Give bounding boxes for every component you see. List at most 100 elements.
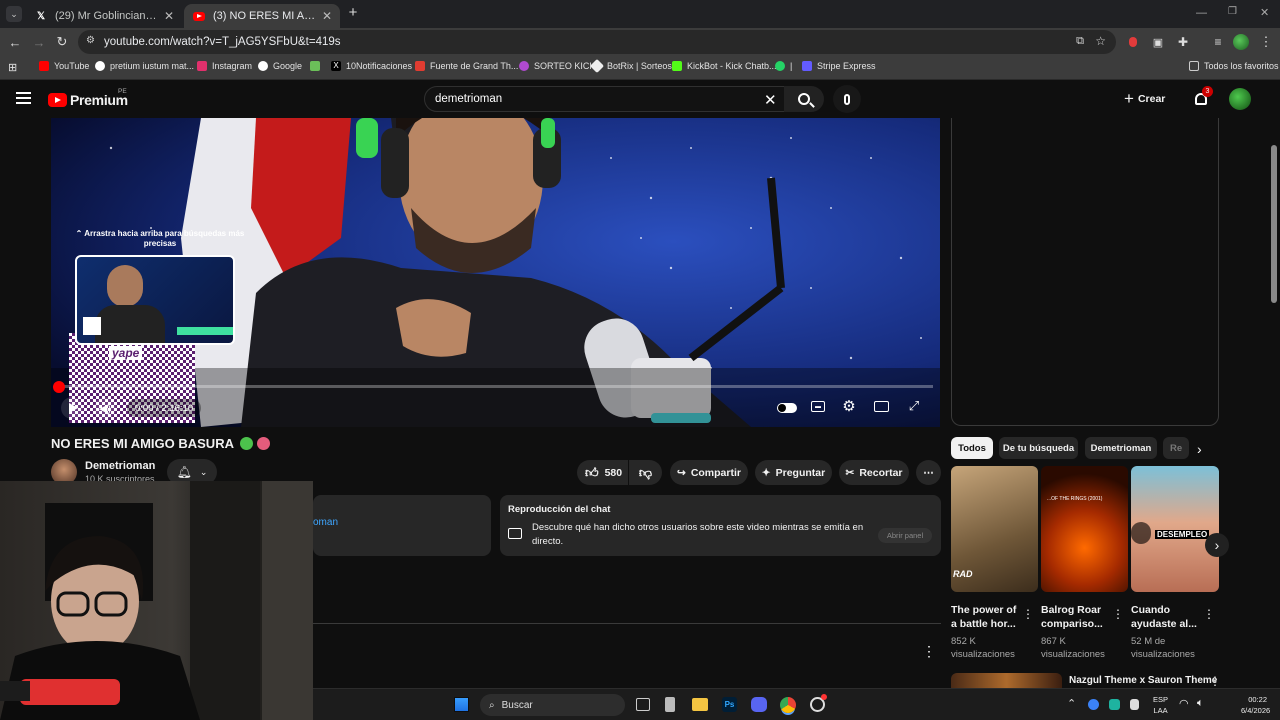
file-explorer-icon[interactable] [692, 698, 708, 711]
tab-search-button[interactable]: ⌄ [6, 6, 22, 22]
short-title[interactable]: Cuando ayudaste al... [1131, 603, 1203, 631]
next-video-thumbnail[interactable] [951, 673, 1062, 689]
volume-tray-icon[interactable]: 🔈︎ [1197, 697, 1204, 710]
ask-button[interactable]: ✦ Preguntar [755, 460, 832, 485]
short-thumbnail[interactable]: RAD [951, 466, 1038, 592]
media-control-icon[interactable]: ≡ [1210, 34, 1226, 50]
bookmark-grand-theft[interactable]: Fuente de Grand Th... [415, 61, 518, 71]
clip-button[interactable]: ✂ Recortar [839, 460, 909, 485]
chip-re[interactable]: Re [1163, 437, 1189, 459]
short-menu-icon[interactable]: ⋮ [1203, 607, 1215, 621]
account-avatar[interactable] [1229, 88, 1251, 110]
short-title[interactable]: The power of a battle hor... [951, 603, 1023, 631]
task-view-icon[interactable] [636, 698, 650, 711]
bookmark-youtube[interactable]: YouTube [39, 61, 89, 71]
play-button[interactable] [61, 397, 83, 419]
reload-icon[interactable]: ↻ [54, 34, 70, 50]
search-button[interactable] [784, 86, 824, 112]
minimize-icon[interactable]: — [1196, 7, 1207, 19]
progress-bar[interactable] [59, 385, 933, 388]
forward-icon[interactable]: → [31, 34, 47, 50]
clear-search-icon[interactable]: ✕ [764, 91, 777, 109]
taskbar-search[interactable]: ⌕ Buscar [480, 694, 625, 716]
profile-avatar[interactable] [1233, 34, 1249, 50]
chips-next-chevron-icon[interactable]: › [1197, 441, 1202, 457]
more-options-icon[interactable]: ⋮ [922, 643, 936, 660]
language-indicator[interactable]: ESP LAA [1153, 694, 1168, 716]
bookmark-pretium[interactable]: pretium iustum mat... [95, 61, 194, 71]
tab-x[interactable]: 𝕏 (29) Mr Goblinciano en X: "Vlad ✕ [26, 4, 182, 28]
chrome-icon[interactable] [780, 697, 796, 713]
bookmark-stripe[interactable]: Stripe Express [802, 61, 876, 71]
chip-demetrioman[interactable]: Demetrioman [1085, 437, 1157, 459]
subtitles-icon[interactable]: ▬ [811, 401, 825, 412]
short-menu-icon[interactable]: ⋮ [1112, 607, 1124, 621]
short-thumbnail[interactable]: ...OF THE RINGS (2001) [1041, 466, 1128, 592]
theater-mode-icon[interactable] [874, 401, 889, 412]
tray-icon[interactable] [1088, 699, 1099, 710]
create-button[interactable]: + Crear [1124, 86, 1165, 112]
more-actions-button[interactable]: ⋯ [916, 460, 941, 485]
all-bookmarks[interactable]: Todos los favoritos [1189, 61, 1279, 71]
extensions-puzzle-icon[interactable]: ✚ [1175, 34, 1191, 50]
bookmark-star-icon[interactable]: ☆ [1095, 34, 1106, 48]
bookmark-sorteo-kick[interactable]: SORTEO KICK [519, 61, 595, 71]
channel-name[interactable]: Demetrioman [85, 460, 155, 472]
description-card[interactable]: oman [313, 495, 491, 556]
scrubber-handle[interactable] [53, 381, 65, 393]
tray-icon[interactable] [1130, 699, 1139, 710]
bookmark-pinwheel[interactable] [310, 61, 325, 71]
share-button[interactable]: ↪ Compartir [670, 460, 748, 485]
bookmark-google[interactable]: Google [258, 61, 302, 71]
address-bar[interactable]: ⚙ youtube.com/watch?v=T_jAG5YSFbU&t=419s… [78, 30, 1116, 54]
fullscreen-icon[interactable]: ⤢ [906, 398, 922, 414]
new-tab-button[interactable]: + [345, 5, 361, 21]
hamburger-menu-icon[interactable] [16, 92, 31, 104]
bookmark-whatsapp[interactable]: | [775, 61, 792, 71]
chip-de-tu-busqueda[interactable]: De tu búsqueda [999, 437, 1078, 459]
app-icon[interactable] [665, 697, 675, 712]
maximize-icon[interactable]: ❐ [1228, 6, 1237, 17]
video-player[interactable]: yape ⌃ Arrastra hacia arriba para búsque… [51, 118, 940, 427]
voice-search-button[interactable] [833, 85, 861, 113]
bookmark-10notificaciones[interactable]: X 10Notificaciones [331, 61, 412, 71]
next-video-menu-icon[interactable]: ⋮ [1209, 674, 1221, 688]
settings-gear-icon[interactable]: ⚙ [841, 398, 857, 415]
install-app-icon[interactable]: ⧉ [1076, 35, 1084, 48]
discord-icon[interactable] [751, 697, 767, 712]
close-tab-icon[interactable]: ✕ [322, 9, 332, 23]
site-info-icon[interactable]: ⚙ [86, 35, 95, 46]
chrome-menu-icon[interactable]: ⋮ [1258, 34, 1274, 50]
network-icon[interactable]: ◠ [1179, 697, 1189, 710]
autoplay-toggle[interactable] [777, 403, 797, 413]
open-panel-button[interactable]: Abrir panel [878, 528, 932, 543]
windows-start-icon[interactable] [454, 697, 469, 712]
photoshop-icon[interactable]: Ps [722, 697, 737, 712]
close-tab-icon[interactable]: ✕ [164, 9, 174, 23]
shorts-prev-button[interactable] [1131, 522, 1151, 544]
close-window-icon[interactable]: ✕ [1260, 6, 1269, 19]
youtube-logo[interactable]: Premium PE [48, 88, 128, 108]
apps-grid-icon[interactable]: ⊞ [8, 61, 17, 74]
dislike-button[interactable]: 👎︎ [629, 460, 662, 485]
search-input[interactable]: demetrioman ✕ [424, 86, 786, 112]
bookmark-botrix[interactable]: BotRix | Sorteos [589, 58, 672, 74]
side-scrollbar[interactable] [1271, 145, 1277, 303]
extension-record-icon[interactable] [1129, 37, 1137, 47]
notifications-button[interactable]: 3 [1193, 86, 1213, 107]
like-button[interactable]: 👍︎ 580 [577, 460, 628, 485]
back-icon[interactable]: ← [7, 34, 23, 50]
clock[interactable]: 00:22 6/4/2026 [1241, 694, 1270, 716]
shorts-next-button[interactable]: › [1205, 533, 1229, 557]
tray-chevron-icon[interactable]: ⌃ [1067, 697, 1076, 710]
chip-todos[interactable]: Todos [951, 437, 993, 459]
bookmark-instagram[interactable]: Instagram [197, 61, 252, 71]
short-menu-icon[interactable]: ⋮ [1022, 607, 1034, 621]
tab-youtube[interactable]: (3) NO ERES MI AMIGO BASURA ✕ [184, 4, 340, 28]
bookmark-kickbot[interactable]: KickBot - Kick Chatb... [672, 61, 777, 71]
tray-icon[interactable] [1109, 699, 1120, 710]
short-title[interactable]: Balrog Roar compariso... [1041, 603, 1113, 631]
next-video-title[interactable]: Nazgul Theme x Sauron Theme [1069, 675, 1217, 686]
extension-icon[interactable]: ▣ [1150, 34, 1166, 50]
volume-button[interactable]: ◀) [94, 397, 116, 419]
